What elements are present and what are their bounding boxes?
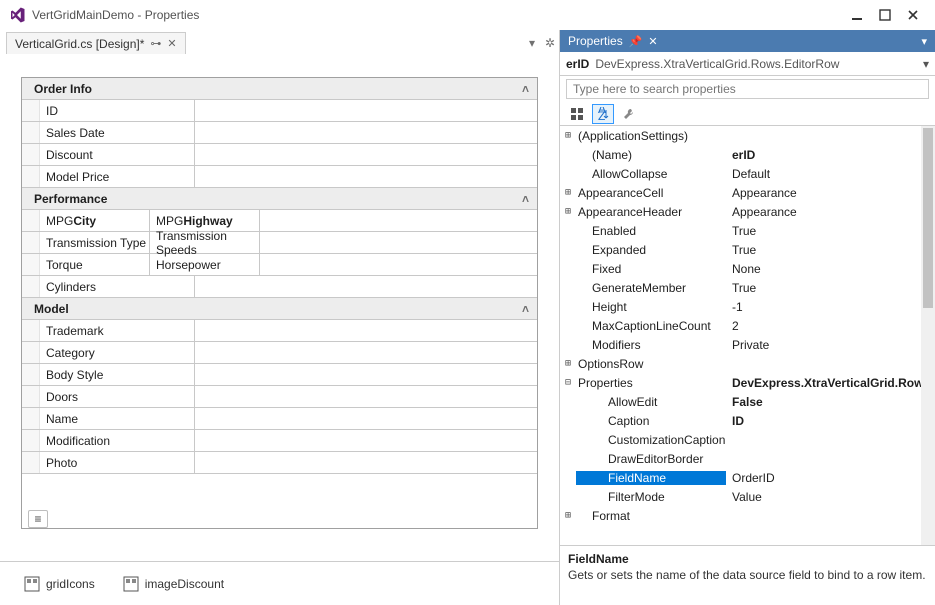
database-icon[interactable]: ≡	[28, 510, 48, 528]
image-list-icon	[123, 576, 139, 592]
maximize-button[interactable]	[871, 5, 899, 25]
pin-icon[interactable]: 📌	[629, 35, 643, 48]
prop-row[interactable]: ⊞(ApplicationSettings)	[560, 126, 921, 145]
row-trans-type[interactable]: Transmission Type	[40, 232, 150, 253]
row-name[interactable]: Name	[40, 408, 195, 429]
prop-row[interactable]: FilterModeValue	[560, 487, 921, 506]
row-model-price[interactable]: Model Price	[40, 166, 195, 187]
row-body-style[interactable]: Body Style	[40, 364, 195, 385]
properties-header[interactable]: Properties 📌 ✕ ▾	[560, 30, 935, 52]
tab-vertical-grid-design[interactable]: VerticalGrid.cs [Design]* ⊶ ✕	[6, 32, 186, 54]
property-description: FieldName Gets or sets the name of the d…	[560, 545, 935, 605]
expand-icon[interactable]: ⊞	[560, 206, 576, 217]
close-button[interactable]	[899, 5, 927, 25]
expand-icon[interactable]: ⊞	[560, 358, 576, 369]
prop-row[interactable]: MaxCaptionLineCount2	[560, 316, 921, 335]
settings-gear-icon[interactable]: ✲	[541, 36, 559, 50]
prop-row[interactable]: ⊞Format	[560, 506, 921, 525]
prop-row[interactable]: ⊞AppearanceCellAppearance	[560, 183, 921, 202]
vertical-grid-control[interactable]: Order Info˄ ID Sales Date Discount Model…	[21, 77, 538, 529]
expand-icon[interactable]: ⊞	[560, 130, 576, 141]
minimize-button[interactable]	[843, 5, 871, 25]
prop-row[interactable]: DrawEditorBorder	[560, 449, 921, 468]
prop-row[interactable]: ⊞OptionsRow	[560, 354, 921, 373]
row-sales-date[interactable]: Sales Date	[40, 122, 195, 143]
description-title: FieldName	[568, 552, 927, 566]
component-image-discount[interactable]: imageDiscount	[123, 576, 224, 592]
expand-icon[interactable]: ⊞	[560, 510, 576, 521]
prop-row[interactable]: Height-1	[560, 297, 921, 316]
row-id[interactable]: ID	[40, 100, 195, 121]
pin-icon[interactable]: ⊶	[150, 37, 161, 50]
image-list-icon	[24, 576, 40, 592]
scrollbar[interactable]	[921, 126, 935, 545]
wrench-icon[interactable]	[618, 104, 640, 124]
prop-row[interactable]: ⊞AppearanceHeaderAppearance	[560, 202, 921, 221]
visual-studio-icon	[8, 6, 26, 24]
search-input[interactable]	[566, 79, 929, 99]
prop-row[interactable]: (Name)erID	[560, 145, 921, 164]
designer-pane: VerticalGrid.cs [Design]* ⊶ ✕ ▾ ✲ Order …	[0, 30, 560, 605]
prop-row[interactable]: ExpandedTrue	[560, 240, 921, 259]
tab-overflow-icon[interactable]: ▾	[523, 36, 541, 50]
row-photo[interactable]: Photo	[40, 452, 195, 473]
row-mpg-city[interactable]: MPG City	[40, 210, 150, 231]
category-performance[interactable]: Performance˄	[22, 188, 537, 210]
properties-toolbar: AZ	[560, 102, 935, 126]
titlebar: VertGridMainDemo - Properties	[0, 0, 935, 30]
close-tab-icon[interactable]: ✕	[167, 37, 176, 50]
chevron-up-icon[interactable]: ˄	[522, 82, 529, 96]
object-selector[interactable]: erID DevExpress.XtraVerticalGrid.Rows.Ed…	[560, 52, 935, 76]
prop-row[interactable]: AllowEditFalse	[560, 392, 921, 411]
categorized-button[interactable]	[566, 104, 588, 124]
category-order-info[interactable]: Order Info˄	[22, 78, 537, 100]
component-grid-icons[interactable]: gridIcons	[24, 576, 95, 592]
description-text: Gets or sets the name of the data source…	[568, 568, 927, 584]
prop-row[interactable]: CaptionID	[560, 411, 921, 430]
document-tab-strip: VerticalGrid.cs [Design]* ⊶ ✕ ▾ ✲	[0, 30, 559, 56]
property-search	[560, 76, 935, 102]
designer-surface[interactable]: Order Info˄ ID Sales Date Discount Model…	[0, 56, 559, 561]
prop-row[interactable]: GenerateMemberTrue	[560, 278, 921, 297]
chevron-up-icon[interactable]: ˄	[522, 302, 529, 316]
tab-label: VerticalGrid.cs [Design]*	[15, 37, 144, 51]
chevron-down-icon[interactable]: ▾	[923, 57, 929, 71]
row-torque[interactable]: Torque	[40, 254, 150, 275]
scrollbar-thumb[interactable]	[923, 128, 933, 308]
chevron-up-icon[interactable]: ˄	[522, 192, 529, 206]
selected-object-type: DevExpress.XtraVerticalGrid.Rows.EditorR…	[595, 57, 917, 71]
prop-row[interactable]: ⊟PropertiesDevExpress.XtraVerticalGrid.R…	[560, 373, 921, 392]
svg-text:Z: Z	[598, 109, 605, 121]
category-model[interactable]: Model˄	[22, 298, 537, 320]
row-trans-speeds[interactable]: Transmission Speeds	[150, 232, 260, 253]
close-icon[interactable]: ✕	[648, 35, 657, 48]
row-doors[interactable]: Doors	[40, 386, 195, 407]
prop-row[interactable]: FixedNone	[560, 259, 921, 278]
row-cylinders[interactable]: Cylinders	[40, 276, 195, 297]
selected-object-name: erID	[566, 57, 589, 71]
prop-row[interactable]: ModifiersPrivate	[560, 335, 921, 354]
row-horsepower[interactable]: Horsepower	[150, 254, 260, 275]
component-tray: gridIcons imageDiscount	[0, 561, 559, 605]
row-modification[interactable]: Modification	[40, 430, 195, 451]
prop-row[interactable]: EnabledTrue	[560, 221, 921, 240]
row-trademark[interactable]: Trademark	[40, 320, 195, 341]
properties-pane: Properties 📌 ✕ ▾ erID DevExpress.XtraVer…	[560, 30, 935, 605]
alphabetical-button[interactable]: AZ	[592, 104, 614, 124]
expand-icon[interactable]: ⊞	[560, 187, 576, 198]
prop-row[interactable]: CustomizationCaption	[560, 430, 921, 449]
row-category[interactable]: Category	[40, 342, 195, 363]
row-discount[interactable]: Discount	[40, 144, 195, 165]
collapse-icon[interactable]: ⊟	[560, 377, 576, 388]
prop-row-selected[interactable]: FieldNameOrderID	[560, 468, 921, 487]
pane-menu-icon[interactable]: ▾	[921, 35, 927, 48]
property-grid: ⊞(ApplicationSettings) (Name)erID AllowC…	[560, 126, 935, 545]
prop-row[interactable]: AllowCollapseDefault	[560, 164, 921, 183]
window-title: VertGridMainDemo - Properties	[32, 8, 843, 22]
properties-title: Properties	[568, 34, 623, 48]
